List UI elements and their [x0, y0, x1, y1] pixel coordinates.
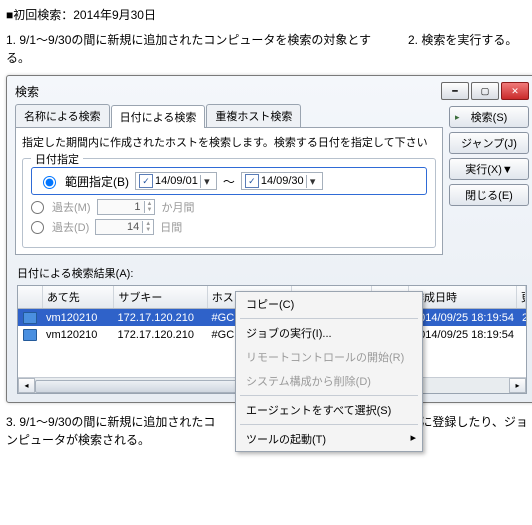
- date-to-value: 14/09/30: [261, 175, 304, 187]
- menu-copy[interactable]: コピー(C): [236, 292, 422, 316]
- maximize-button[interactable]: ▢: [471, 82, 499, 100]
- tab-date-search[interactable]: 日付による検索: [111, 105, 206, 128]
- menu-remote-control: リモートコントロールの開始(R): [236, 345, 422, 369]
- run-button[interactable]: 実行(X)▼: [449, 158, 529, 180]
- range-tilde: ～: [223, 173, 235, 190]
- callout-2: 2. 検索を実行する。: [408, 31, 532, 67]
- past-months-unit: か月間: [161, 199, 194, 215]
- range-label: 範囲指定(B): [65, 173, 129, 190]
- date-from-check-icon: ✓: [139, 174, 153, 188]
- tab-name-search[interactable]: 名称による検索: [15, 104, 110, 127]
- menu-launch-tool[interactable]: ツールの起動(T): [236, 427, 422, 451]
- menu-delete-from-system: システム構成から削除(D): [236, 369, 422, 393]
- close-window-button[interactable]: ✕: [501, 82, 529, 100]
- past-months-spinner[interactable]: ▲▼: [97, 199, 156, 215]
- page-heading: ■初回検索：2014年9月30日: [6, 6, 532, 23]
- tab-instruction: 指定した期間内に作成されたホストを検索します。検索する日付を指定して下さい: [22, 134, 436, 150]
- date-fieldset: 日付指定 範囲指定(B) ✓ 14/09/01 ▾ ～ ✓ 14/09/30: [22, 158, 436, 248]
- close-button[interactable]: 閉じる(E): [449, 184, 529, 206]
- context-menu: コピー(C) ジョブの実行(I)... リモートコントロールの開始(R) システ…: [235, 291, 423, 452]
- callout-1: 1. 9/1～9/30の間に新規に追加されたコンピュータを検索の対象とする。: [6, 31, 388, 67]
- search-button[interactable]: 検索(S): [449, 106, 529, 128]
- col-created[interactable]: 作成日時: [409, 286, 517, 308]
- menu-select-all-agents[interactable]: エージェントをすべて選択(S): [236, 398, 422, 422]
- past-days-unit: 日間: [160, 219, 182, 235]
- callout-3: 3. 9/1～9/30の間に新規に追加されたコンピュータが検索される。: [6, 413, 216, 449]
- past-months-radio[interactable]: [31, 201, 44, 214]
- past-days-label: 過去(D): [52, 219, 89, 235]
- window-title: 検索: [15, 83, 441, 100]
- col-subkey[interactable]: サブキー: [114, 286, 207, 308]
- past-days-value: [96, 220, 142, 234]
- past-days-radio[interactable]: [31, 221, 44, 234]
- results-label: 日付による検索結果(A):: [17, 265, 527, 281]
- chevron-down-icon: ▾: [200, 175, 213, 188]
- date-legend: 日付指定: [31, 151, 83, 167]
- tab-duplicate-host[interactable]: 重複ホスト検索: [206, 104, 301, 127]
- past-months-value: [98, 200, 144, 214]
- date-to-check-icon: ✓: [245, 174, 259, 188]
- search-tabs: 名称による検索 日付による検索 重複ホスト検索: [15, 104, 443, 128]
- search-window: 検索 ━ ▢ ✕ 名称による検索 日付による検索 重複ホスト検索 指定した期間内…: [6, 75, 532, 403]
- col-dest[interactable]: あて先: [43, 286, 114, 308]
- menu-run-job[interactable]: ジョブの実行(I)...: [236, 321, 422, 345]
- scroll-left-icon[interactable]: ◂: [18, 378, 35, 393]
- col-updated[interactable]: 更新日時: [517, 286, 526, 308]
- host-icon: [23, 329, 37, 341]
- range-row: 範囲指定(B) ✓ 14/09/01 ▾ ～ ✓ 14/09/30 ▾: [31, 167, 427, 195]
- host-icon: [23, 312, 37, 324]
- minimize-button[interactable]: ━: [441, 82, 469, 100]
- spin-down-icon: ▼: [145, 207, 155, 213]
- spin-down-icon: ▼: [143, 227, 153, 233]
- jump-button[interactable]: ジャンプ(J): [449, 132, 529, 154]
- past-months-label: 過去(M): [52, 199, 91, 215]
- date-from-picker[interactable]: ✓ 14/09/01 ▾: [135, 172, 217, 190]
- past-days-spinner[interactable]: ▲▼: [95, 219, 154, 235]
- chevron-down-icon: ▾: [306, 175, 319, 188]
- scroll-right-icon[interactable]: ▸: [509, 378, 526, 393]
- date-to-picker[interactable]: ✓ 14/09/30 ▾: [241, 172, 323, 190]
- date-from-value: 14/09/01: [155, 175, 198, 187]
- range-radio[interactable]: [43, 176, 56, 189]
